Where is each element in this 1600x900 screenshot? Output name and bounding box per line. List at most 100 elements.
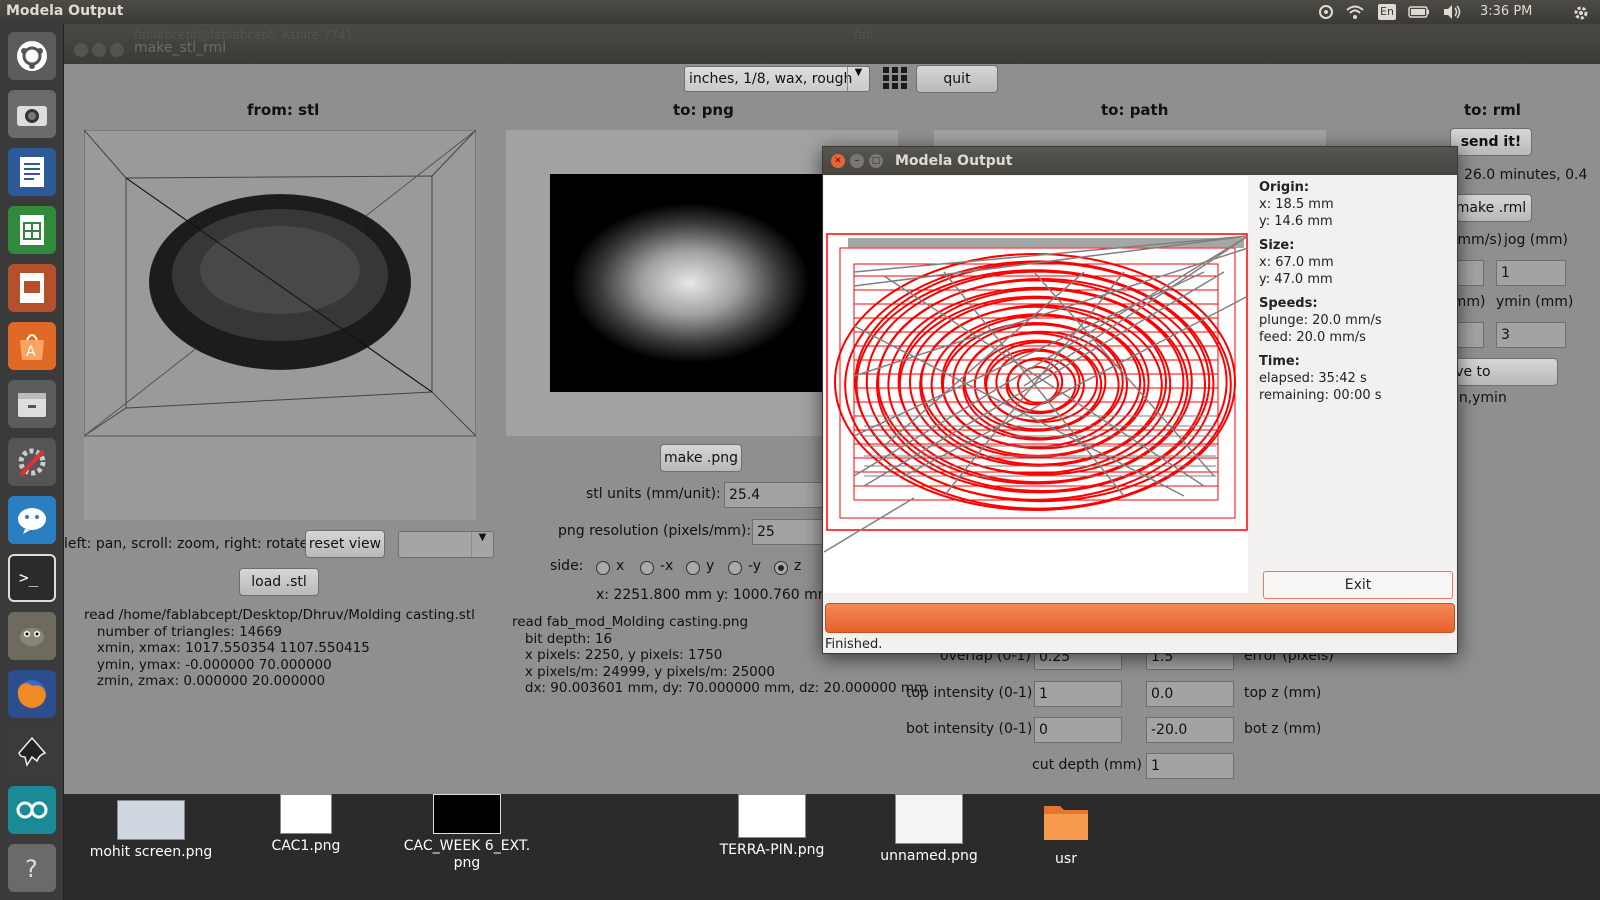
desktop-file-label: CAC1.png [271,838,341,854]
make-png-button[interactable]: make .png [660,444,742,472]
top-z-input[interactable]: 0.0 [1146,681,1234,707]
desktop-file-icon[interactable]: unnamed.png [874,794,984,865]
settings-icon[interactable] [8,438,56,486]
jog-label: jog (mm) [1504,232,1568,248]
desktop-file-icon[interactable]: mohit screen.png [88,800,214,861]
column-header-png: to: png [673,101,734,119]
help-icon[interactable]: ? [8,844,56,892]
view-dropdown[interactable]: ▼ [398,531,494,558]
side-neg-y-radio[interactable] [728,561,742,575]
close-icon[interactable]: ✕ [831,154,845,168]
progress-bar [825,603,1455,633]
column-header-rml: to: rml [1464,101,1521,119]
side-z-label: z [794,558,802,574]
close-icon[interactable] [74,43,88,57]
ymin-input[interactable]: 3 [1496,322,1566,348]
wifi-icon[interactable] [1346,4,1364,20]
side-y-radio[interactable] [686,561,700,575]
stl-wireframe [84,130,476,437]
svg-text:>_: >_ [19,568,39,587]
dialog-title: Modela Output [895,153,1013,169]
bot-intensity-input[interactable]: 0 [1034,717,1122,743]
side-y-label: y [706,558,715,574]
time-heading: Time: [1259,354,1300,369]
side-label: side: [550,558,584,574]
side-z-radio[interactable] [774,561,788,575]
minimize-icon[interactable]: – [850,154,864,168]
png-preview-image [550,174,830,392]
image-thumbnail-icon [280,794,332,834]
folder-icon [1044,806,1088,840]
desktop-file-label: mohit screen.png [89,844,213,860]
stl-units-label: stl units (mm/unit): [586,486,721,502]
ymin-label: ymin (mm) [1496,294,1574,310]
desktop-file-icon[interactable]: TERRA-PIN.png [710,794,834,859]
desktop-file-icon[interactable]: CAC1.png [254,794,358,855]
load-stl-button[interactable]: load .stl [239,568,319,596]
column-header-stl: from: stl [247,101,320,119]
desktop-file-label: CAC_WEEK 6_EXT. png [403,838,531,871]
side-neg-x-radio[interactable] [640,561,654,575]
impress-icon[interactable] [8,264,56,312]
viewer-hint: left: pan, scroll: zoom, right: rotate [64,536,309,552]
maximize-icon[interactable] [110,43,124,57]
exit-button[interactable]: Exit [1263,571,1453,599]
side-x-radio[interactable] [596,561,610,575]
preset-dropdown[interactable]: inches, 1/8, wax, rough ▼ [684,66,870,92]
network-sync-icon[interactable] [1318,4,1334,20]
ubuntu-dash-icon[interactable] [8,32,56,80]
stl-units-input[interactable]: 25.4 [724,482,824,508]
desktop-file-label: unnamed.png [880,848,978,864]
inkscape-icon[interactable] [8,728,56,776]
pidgin-icon[interactable] [8,496,56,544]
svg-text:A: A [26,344,36,360]
size-heading: Size: [1259,238,1295,253]
quit-button[interactable]: quit [916,65,998,93]
minimize-icon[interactable] [92,43,106,57]
maximize-icon[interactable]: □ [869,154,883,168]
grid-icon[interactable] [882,66,908,90]
firefox-icon[interactable] [8,670,56,718]
calc-icon[interactable] [8,206,56,254]
png-resolution-input[interactable]: 25 [752,519,824,545]
elapsed-time: elapsed: 35:42 s [1259,371,1367,386]
status-text: Finished. [825,637,883,652]
make-rml-button[interactable]: make .rml [1450,194,1532,222]
terminal-icon[interactable]: >_ [8,554,56,602]
jog-input[interactable]: 1 [1496,260,1566,286]
gimp-icon[interactable] [8,612,56,660]
desktop-file-icon[interactable]: CAC_WEEK 6_EXT. png [400,794,534,872]
stl-viewer[interactable] [84,130,476,520]
image-thumbnail-icon [433,794,501,834]
size-x: x: 67.0 mm [1259,255,1334,270]
cut-depth-input[interactable]: 1 [1146,753,1234,779]
keyboard-language-indicator[interactable]: En [1378,4,1396,20]
image-thumbnail-icon [117,800,185,840]
arduino-icon[interactable] [8,786,56,834]
volume-icon[interactable] [1442,4,1462,20]
side-neg-y-label: -y [748,558,762,574]
gear-icon[interactable] [1572,4,1590,20]
camera-icon[interactable] [8,90,56,138]
speeds-heading: Speeds: [1259,296,1318,311]
bot-z-input[interactable]: -20.0 [1146,717,1234,743]
top-z-label: top z (mm) [1244,685,1322,701]
writer-icon[interactable] [8,148,56,196]
clock[interactable]: 3:36 PM [1480,4,1532,20]
send-it-button[interactable]: send it! [1450,128,1532,156]
battery-icon[interactable] [1408,4,1430,20]
reset-view-button[interactable]: reset view [305,530,385,558]
bot-z-label: bot z (mm) [1244,721,1322,737]
size-y: y: 47.0 mm [1259,272,1333,287]
png-dimensions: x: 2251.800 mm y: 1000.760 mm [596,587,832,603]
launcher: A >_ ? [0,24,64,900]
toolpath-canvas [823,176,1249,593]
desktop-file-label: TERRA-PIN.png [719,842,825,858]
files-icon[interactable] [8,380,56,428]
toolpath-drawing [823,233,1249,553]
software-center-icon[interactable]: A [8,322,56,370]
cut-depth-label: cut depth (mm) [1032,757,1142,773]
top-intensity-input[interactable]: 1 [1034,681,1122,707]
desktop-folder-icon[interactable]: usr [1024,800,1108,868]
plunge-speed: plunge: 20.0 mm/s [1259,313,1382,328]
